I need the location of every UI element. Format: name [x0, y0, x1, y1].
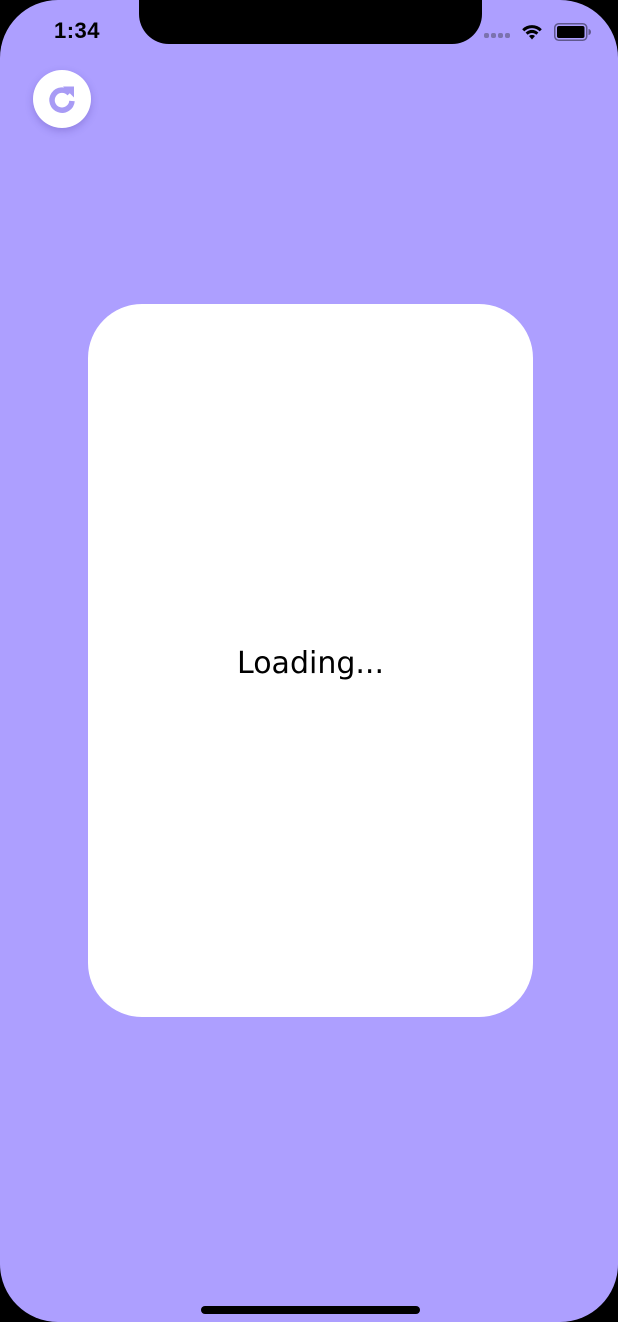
cellular-signal-icon	[484, 26, 510, 38]
content-card: Loading...	[88, 304, 533, 1017]
loading-text: Loading...	[237, 646, 384, 681]
status-icons	[484, 22, 592, 42]
home-indicator[interactable]	[201, 1306, 420, 1314]
reload-button[interactable]	[33, 70, 91, 128]
device-frame: 1:34 Loading...	[0, 0, 618, 1322]
reload-icon	[49, 86, 75, 113]
battery-icon	[554, 23, 591, 41]
app-screen: 1:34 Loading...	[0, 0, 618, 1322]
status-time: 1:34	[54, 18, 101, 43]
wifi-icon	[522, 25, 542, 40]
status-bar: 1:34	[0, 0, 618, 66]
notch	[139, 0, 482, 44]
